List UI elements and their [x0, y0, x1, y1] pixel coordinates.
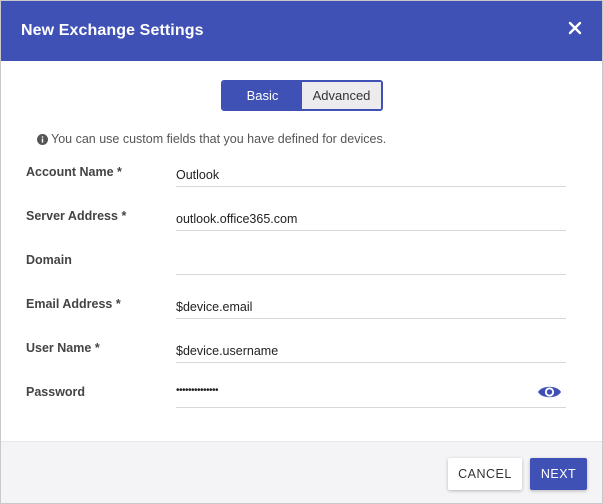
account-name-label: Account Name * [26, 165, 122, 179]
account-name-input[interactable] [176, 163, 566, 187]
hint-text: You can use custom fields that you have … [51, 132, 387, 146]
password-input[interactable]: •••••••••••••• [176, 384, 566, 408]
domain-label: Domain [26, 253, 72, 267]
required-marker: * [115, 297, 121, 311]
settings-mode-toggle: Basic Advanced [221, 80, 383, 111]
close-icon[interactable] [568, 21, 582, 35]
required-marker: * [117, 165, 122, 179]
tab-advanced[interactable]: Advanced [302, 82, 381, 109]
email-address-label: Email Address * [26, 297, 121, 311]
custom-fields-hint: You can use custom fields that you have … [37, 132, 386, 146]
domain-input[interactable] [176, 251, 566, 275]
info-icon [37, 133, 48, 145]
dialog-footer: CANCEL NEXT [1, 441, 602, 503]
cancel-button[interactable]: CANCEL [448, 458, 522, 490]
tab-basic[interactable]: Basic [223, 82, 302, 109]
user-name-input[interactable] [176, 339, 566, 363]
server-address-input[interactable] [176, 207, 566, 231]
dialog-title: New Exchange Settings [21, 22, 204, 39]
server-address-label: Server Address * [26, 209, 127, 223]
password-label: Password [26, 385, 86, 399]
next-button[interactable]: NEXT [530, 458, 587, 490]
exchange-settings-dialog: New Exchange Settings Basic Advanced You… [0, 0, 603, 504]
email-address-input[interactable] [176, 295, 566, 319]
user-name-label: User Name * [26, 341, 100, 355]
eye-icon[interactable] [537, 383, 562, 401]
required-marker: * [121, 209, 127, 223]
required-marker: * [94, 341, 100, 355]
dialog-header: New Exchange Settings [1, 1, 602, 61]
